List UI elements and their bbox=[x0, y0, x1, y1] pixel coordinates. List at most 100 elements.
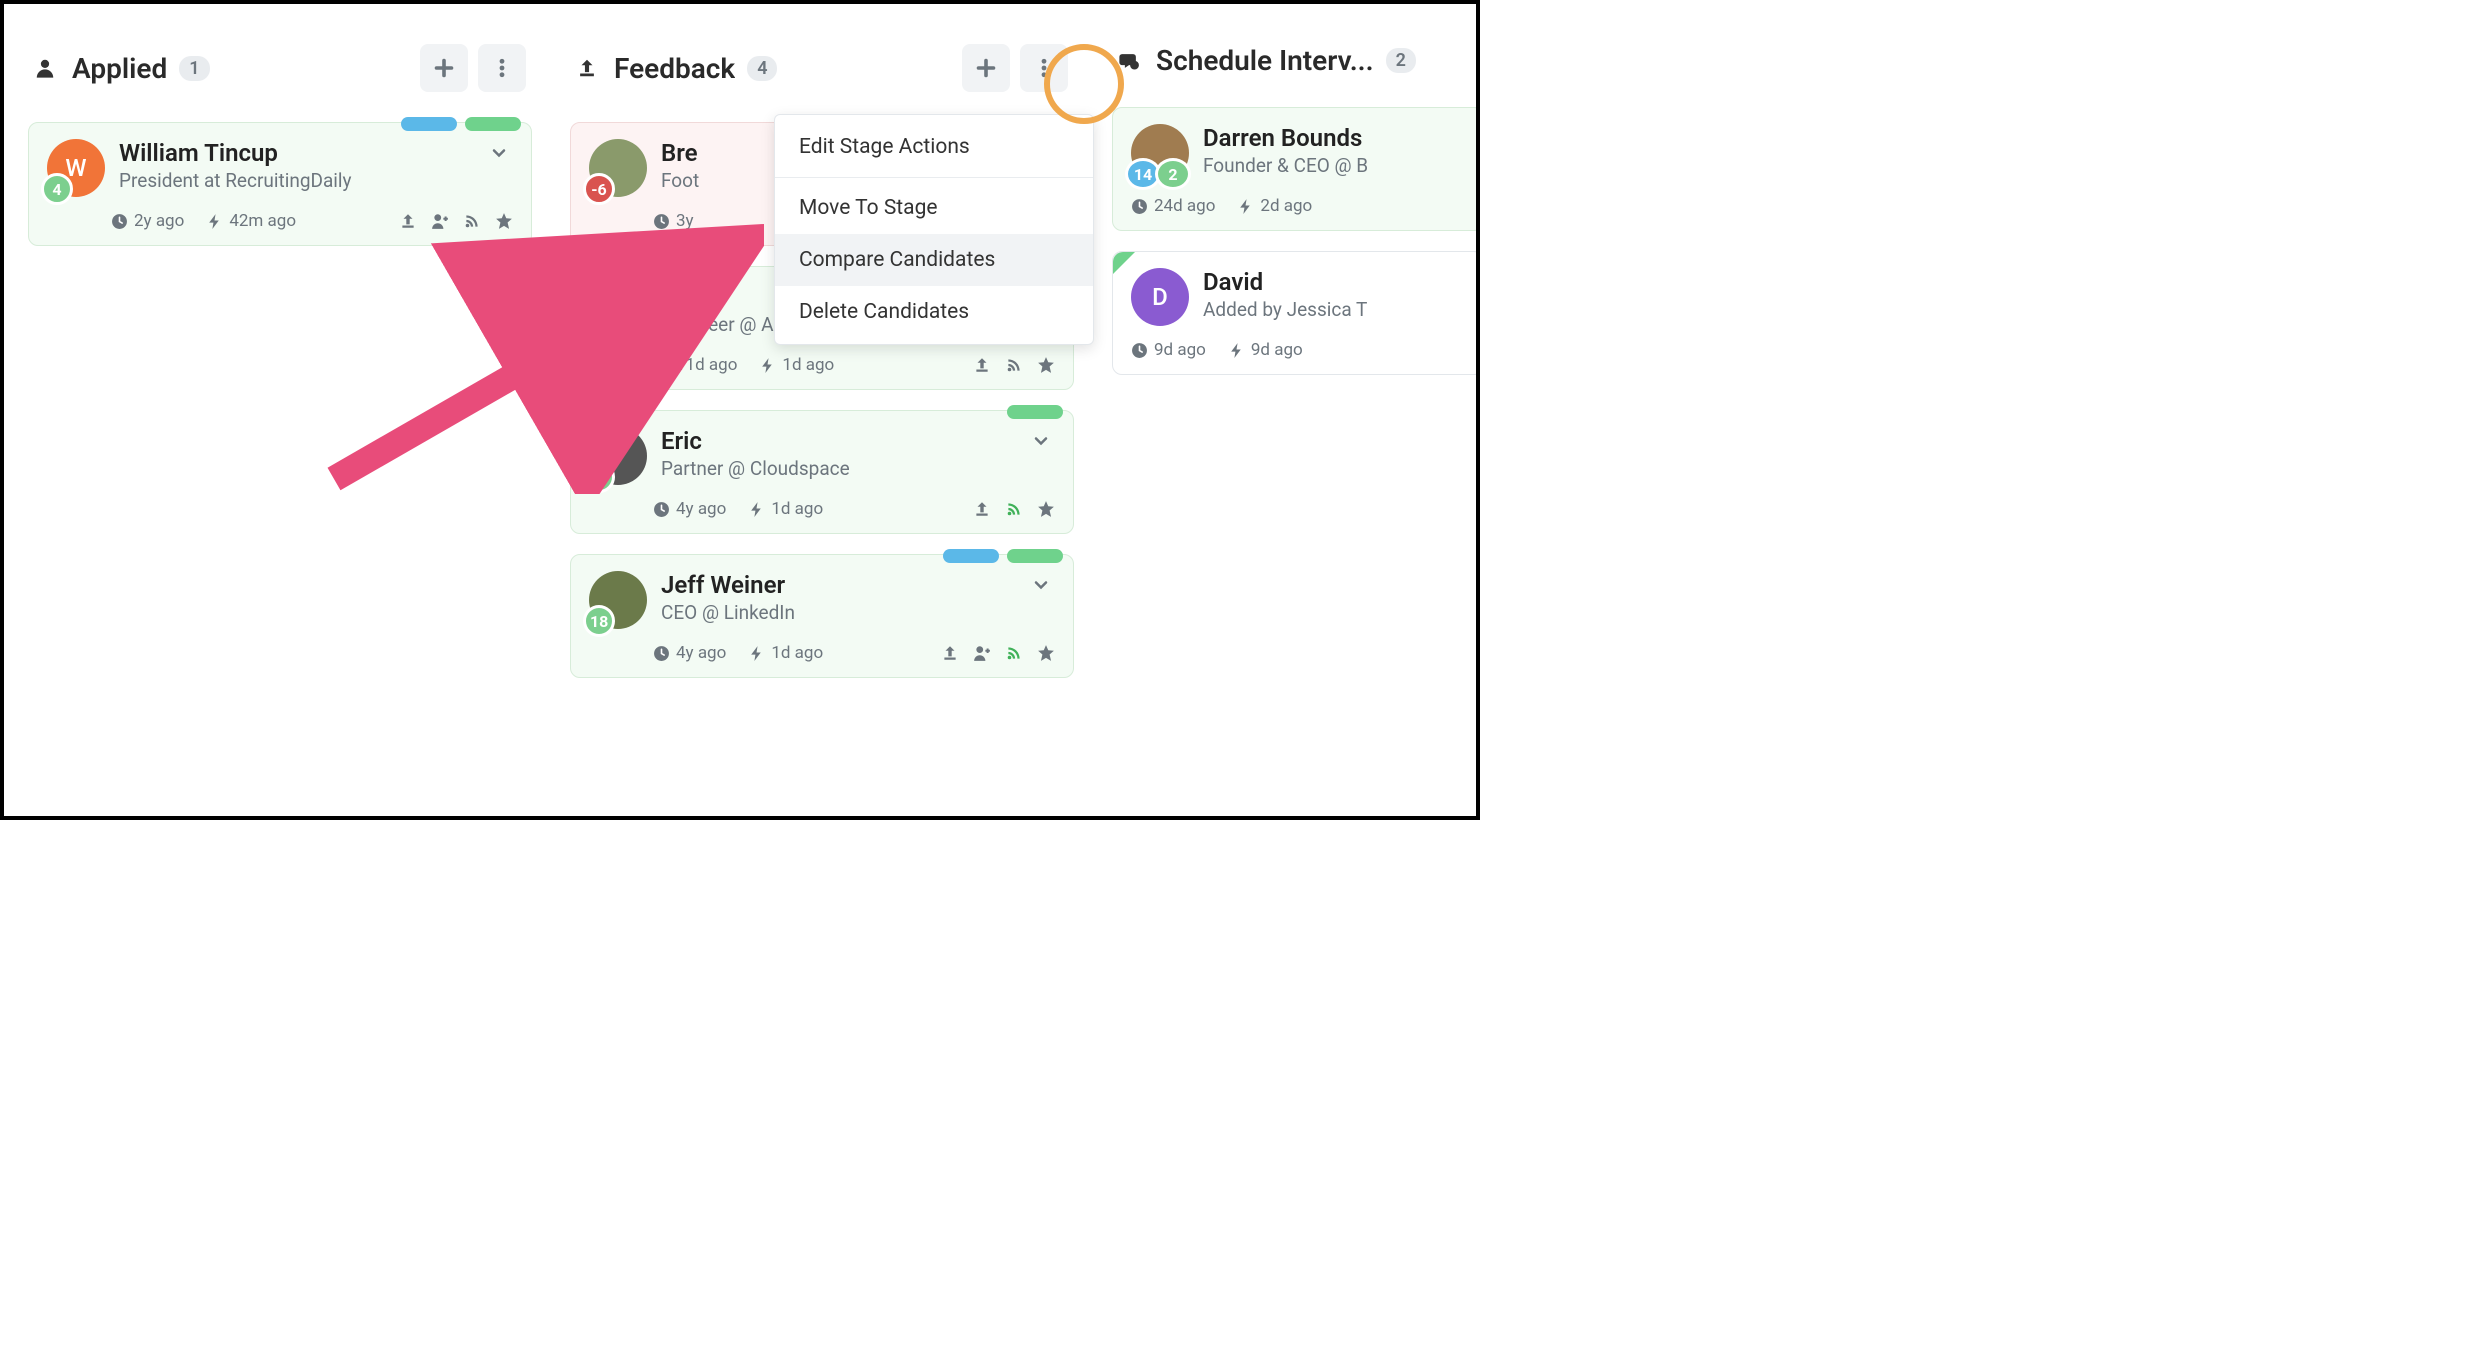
time-ago: 3y bbox=[653, 211, 694, 231]
add-candidate-button[interactable] bbox=[420, 44, 468, 92]
bolt-icon bbox=[206, 213, 223, 230]
bolt-icon bbox=[1228, 342, 1245, 359]
time-ago: 9d ago bbox=[1131, 340, 1206, 360]
candidate-card[interactable]: W4 William TincupPresident at RecruitingD… bbox=[28, 122, 532, 246]
bolt-icon bbox=[748, 645, 765, 662]
candidate-subtitle: Partner @ Cloudspace bbox=[661, 457, 1017, 480]
tag-pill bbox=[465, 117, 521, 131]
bolt-icon bbox=[1237, 198, 1254, 215]
column-more-button[interactable] bbox=[1020, 44, 1068, 92]
star-icon[interactable] bbox=[495, 212, 513, 230]
menu-item[interactable]: Move To Stage bbox=[775, 182, 1093, 234]
bolt-icon bbox=[748, 501, 765, 518]
score-badge: -6 bbox=[583, 173, 615, 205]
chevron-down-icon[interactable] bbox=[1031, 571, 1055, 595]
upload-icon[interactable] bbox=[399, 212, 417, 230]
tag-pill bbox=[401, 117, 457, 131]
upload-icon[interactable] bbox=[941, 644, 959, 662]
stage-actions-menu: Edit Stage Actions Move To StageCompare C… bbox=[774, 114, 1094, 345]
upload-icon[interactable] bbox=[973, 356, 991, 374]
rss-icon[interactable] bbox=[463, 212, 481, 230]
score-badge: 18 bbox=[583, 605, 615, 637]
clock-icon bbox=[111, 213, 128, 230]
menu-item[interactable]: Compare Candidates bbox=[775, 234, 1093, 286]
chevron-down-icon[interactable] bbox=[489, 139, 513, 163]
rss-icon[interactable] bbox=[1005, 500, 1023, 518]
upload-icon bbox=[576, 57, 602, 79]
menu-divider bbox=[775, 177, 1093, 178]
star-icon[interactable] bbox=[1037, 500, 1055, 518]
kanban-board-frame: Applied 1 W4 William TincupPresident at Rec… bbox=[0, 0, 1480, 820]
avatar: J7 bbox=[589, 283, 647, 341]
column-body: W4 William TincupPresident at RecruitingD… bbox=[24, 122, 536, 246]
column-applied: Applied 1 W4 William TincupPresident at Rec… bbox=[24, 24, 536, 816]
clock-icon bbox=[1131, 342, 1148, 359]
score-badge: 7 bbox=[583, 317, 615, 349]
activity-ago: 2d ago bbox=[1237, 196, 1312, 216]
column-schedule: Schedule Interv...2142Darren BoundsFound… bbox=[1108, 24, 1480, 816]
card-tags bbox=[1007, 405, 1063, 419]
candidate-subtitle: CEO @ LinkedIn bbox=[661, 601, 1017, 624]
chat-icon bbox=[1118, 50, 1144, 72]
card-tags bbox=[943, 549, 1063, 563]
card-action-icons bbox=[941, 644, 1055, 662]
tag-pill bbox=[1007, 549, 1063, 563]
time-ago: 11d ago bbox=[653, 355, 737, 375]
score-badge: 6 bbox=[583, 461, 615, 493]
candidate-subtitle: Founder & CEO @ B bbox=[1203, 154, 1465, 177]
avatar-letter: D bbox=[1131, 268, 1189, 326]
avatar: 18 bbox=[589, 571, 647, 629]
menu-item[interactable]: Delete Candidates bbox=[775, 286, 1093, 338]
time-ago: 4y ago bbox=[653, 499, 726, 519]
candidate-subtitle: Added by Jessica T bbox=[1203, 298, 1465, 321]
person-icon bbox=[34, 57, 60, 79]
avatar: -6 bbox=[589, 139, 647, 197]
column-body: 142 Darren BoundsFounder & CEO @ B 24d ago… bbox=[1108, 107, 1480, 375]
activity-ago: 42m ago bbox=[206, 211, 296, 231]
rss-icon[interactable] bbox=[1005, 644, 1023, 662]
card-action-icons bbox=[973, 500, 1055, 518]
avatar: 6 bbox=[589, 427, 647, 485]
column-title: Feedback bbox=[614, 52, 735, 85]
score-badge: 4 bbox=[41, 173, 73, 205]
card-action-icons bbox=[399, 212, 513, 230]
candidate-card[interactable]: 142 Darren BoundsFounder & CEO @ B 24d ago… bbox=[1112, 107, 1480, 231]
clock-icon bbox=[653, 645, 670, 662]
column-title: Applied bbox=[72, 52, 167, 85]
star-icon[interactable] bbox=[1037, 356, 1055, 374]
time-ago: 24d ago bbox=[1131, 196, 1215, 216]
activity-ago: 1d ago bbox=[759, 355, 834, 375]
candidate-name: William Tincup bbox=[119, 139, 475, 167]
card-tags bbox=[401, 117, 521, 131]
avatar: 142 bbox=[1131, 124, 1189, 182]
upload-icon[interactable] bbox=[973, 500, 991, 518]
column-header: Feedback 4 bbox=[566, 24, 1078, 122]
add-candidate-button[interactable] bbox=[962, 44, 1010, 92]
candidate-card[interactable]: DDavidAdded by Jessica T9d ago9d ago bbox=[1112, 251, 1480, 375]
candidate-card[interactable]: 18Jeff WeinerCEO @ LinkedIn4y ago1d ago bbox=[570, 554, 1074, 678]
chevron-down-icon[interactable] bbox=[1031, 427, 1055, 451]
bolt-icon bbox=[759, 357, 776, 374]
avatar: W4 bbox=[47, 139, 105, 197]
add-user-icon[interactable] bbox=[431, 212, 449, 230]
rss-icon[interactable] bbox=[1005, 356, 1023, 374]
tag-pill bbox=[1007, 405, 1063, 419]
time-ago: 2y ago bbox=[111, 211, 184, 231]
tag-pill bbox=[943, 549, 999, 563]
star-icon[interactable] bbox=[1037, 644, 1055, 662]
clock-icon bbox=[653, 213, 670, 230]
column-more-button[interactable] bbox=[478, 44, 526, 92]
candidate-card[interactable]: 6EricPartner @ Cloudspace4y ago1d ago bbox=[570, 410, 1074, 534]
avatar: D bbox=[1131, 268, 1189, 326]
time-ago: 4y ago bbox=[653, 643, 726, 663]
candidate-name: Darren Bounds bbox=[1203, 124, 1465, 152]
add-user-icon[interactable] bbox=[973, 644, 991, 662]
candidate-name: Jeff Weiner bbox=[661, 571, 1017, 599]
clock-icon bbox=[653, 501, 670, 518]
column-count-badge: 1 bbox=[179, 56, 209, 81]
candidate-name: Eric bbox=[661, 427, 1017, 455]
candidate-subtitle: President at RecruitingDaily bbox=[119, 169, 475, 192]
column-count-badge: 4 bbox=[747, 56, 777, 81]
column-count-badge: 2 bbox=[1386, 48, 1416, 73]
menu-item[interactable]: Edit Stage Actions bbox=[775, 121, 1093, 173]
